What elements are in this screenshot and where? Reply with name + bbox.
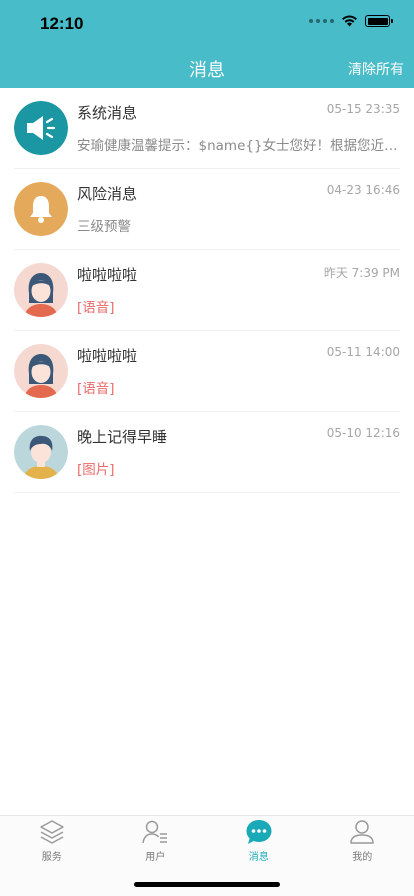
message-time: 04-23 16:46 — [326, 183, 400, 197]
message-row-chat[interactable]: 啦啦啦啦 05-11 14:00 [语音] — [14, 331, 400, 412]
tab-label: 服务 — [41, 852, 62, 863]
voice-tag: [语音] — [77, 300, 115, 316]
clear-all-button[interactable]: 清除所有 — [348, 59, 404, 79]
message-preview: 安瑜健康温馨提示：$name{}女士您好！根据您近期的健康数据 — [77, 138, 400, 154]
signal-icon — [309, 19, 334, 23]
tab-label: 消息 — [248, 852, 269, 863]
message-list: 系统消息 05-15 23:35 安瑜健康温馨提示：$name{}女士您好！根据… — [0, 88, 414, 493]
message-time: 05-10 12:16 — [326, 426, 400, 440]
message-title: 风险消息 — [77, 185, 138, 203]
chat-bubble-icon — [246, 820, 272, 844]
layers-icon — [40, 820, 64, 844]
tab-label: 我的 — [352, 852, 373, 863]
message-row-risk[interactable]: 风险消息 04-23 16:46 三级预警 — [14, 169, 400, 250]
message-row-system[interactable]: 系统消息 05-15 23:35 安瑜健康温馨提示：$name{}女士您好！根据… — [14, 88, 400, 169]
message-title: 啦啦啦啦 — [77, 266, 138, 284]
message-preview: 三级预警 — [77, 219, 131, 235]
app-header: 12:10 消息 清除所有 — [0, 0, 414, 88]
voice-tag: [语音] — [77, 381, 115, 397]
status-bar: 12:10 — [0, 0, 414, 46]
speaker-icon — [14, 101, 68, 155]
message-title: 啦啦啦啦 — [77, 347, 138, 365]
tab-messages[interactable]: 消息 — [207, 818, 311, 868]
user-list-icon — [142, 820, 168, 844]
male-avatar — [14, 425, 68, 479]
person-icon — [350, 820, 374, 844]
female-avatar — [14, 344, 68, 398]
image-tag: [图片] — [77, 462, 115, 478]
message-title: 晚上记得早睡 — [77, 428, 168, 446]
bell-icon — [14, 182, 68, 236]
message-time: 05-15 23:35 — [326, 102, 400, 116]
status-time: 12:10 — [40, 14, 84, 33]
tab-label: 用户 — [145, 852, 166, 863]
message-time: 昨天 7:39 PM — [323, 266, 400, 280]
female-avatar — [14, 263, 68, 317]
tab-users[interactable]: 用户 — [104, 818, 208, 868]
message-time: 05-11 14:00 — [326, 345, 400, 359]
status-icons — [309, 15, 393, 27]
tab-mine[interactable]: 我的 — [311, 818, 414, 868]
message-title: 系统消息 — [77, 104, 138, 122]
tab-service[interactable]: 服务 — [0, 818, 104, 868]
message-row-chat[interactable]: 啦啦啦啦 昨天 7:39 PM [语音] — [14, 250, 400, 331]
message-row-chat[interactable]: 晚上记得早睡 05-10 12:16 [图片] — [14, 412, 400, 493]
wifi-icon — [342, 15, 357, 27]
battery-icon — [365, 15, 393, 27]
home-indicator — [134, 882, 280, 887]
